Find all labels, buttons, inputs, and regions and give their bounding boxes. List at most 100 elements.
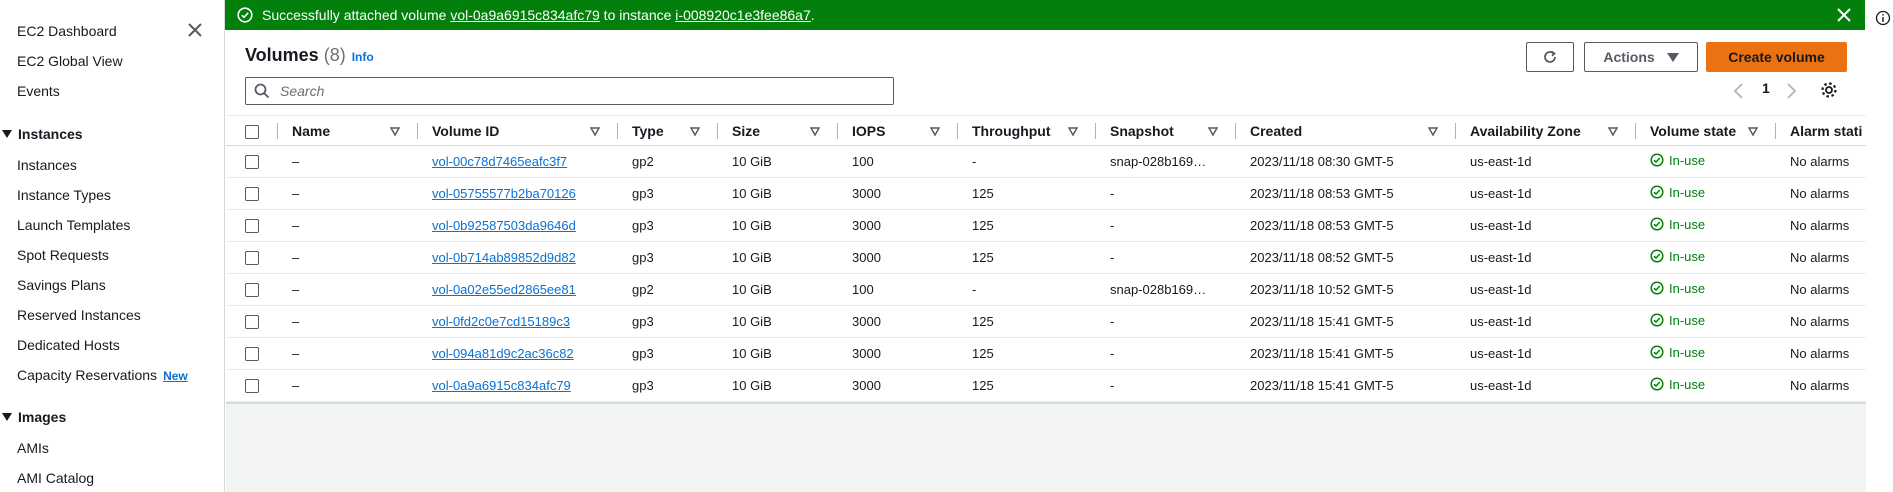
sort-icon[interactable]: [1068, 127, 1078, 136]
table-row[interactable]: – vol-0a02e55ed2865ee81 gp2 10 GiB 100 - snap-…: [226, 273, 1866, 306]
volume-id-link[interactable]: vol-00c78d7465eafc3f7: [432, 154, 567, 169]
volume-id-link[interactable]: vol-0a9a6915c834afc79: [432, 378, 571, 393]
column-header-name[interactable]: Name: [278, 115, 418, 146]
cell-text: -: [1110, 186, 1115, 201]
sidebar-item-amis[interactable]: AMIs: [17, 440, 49, 456]
create-volume-label: Create volume: [1728, 49, 1825, 65]
table-row[interactable]: – vol-0b714ab89852d9d82 gp3 10 GiB 3000 125 - 2…: [226, 241, 1866, 274]
cell-text: 10 GiB: [732, 250, 772, 265]
sidebar-item-instances[interactable]: Instances: [17, 157, 77, 173]
success-check-icon: [1650, 185, 1664, 199]
cell-text: –: [292, 282, 300, 297]
cell-volume-state: In-use: [1636, 337, 1776, 370]
actions-dropdown[interactable]: Actions: [1584, 42, 1698, 72]
column-header-created[interactable]: Created: [1236, 115, 1456, 146]
sort-icon[interactable]: [930, 127, 940, 136]
column-header-volume-state[interactable]: Volume state: [1636, 115, 1776, 146]
close-icon[interactable]: [1835, 6, 1853, 24]
column-header-label: Volume ID: [432, 122, 500, 139]
page-number[interactable]: 1: [1762, 80, 1770, 96]
cell-text: -: [1110, 218, 1115, 233]
table-row[interactable]: – vol-0b92587503da9646d gp3 10 GiB 3000 125 - 2…: [226, 209, 1866, 242]
column-header-throughput[interactable]: Throughput: [958, 115, 1096, 146]
previous-page-icon[interactable]: [1732, 82, 1746, 100]
volume-id-link[interactable]: vol-0b92587503da9646d: [432, 218, 576, 233]
sidebar-item-ec2-global-view[interactable]: EC2 Global View: [17, 53, 123, 69]
column-header-availability-zone[interactable]: Availability Zone: [1456, 115, 1636, 146]
column-header-iops[interactable]: IOPS: [838, 115, 958, 146]
column-header-volume-id[interactable]: Volume ID: [418, 115, 618, 146]
table-row[interactable]: – vol-0fd2c0e7cd15189c3 gp3 10 GiB 3000 125 - 2…: [226, 305, 1866, 338]
search-box[interactable]: [245, 77, 894, 105]
info-link[interactable]: Info: [352, 50, 374, 64]
cell-name: –: [278, 241, 418, 274]
gear-icon[interactable]: [1820, 81, 1838, 99]
sidebar-section-images[interactable]: Images: [0, 409, 66, 425]
volume-id-link[interactable]: vol-094a81d9c2ac36c82: [432, 346, 574, 361]
volume-state-label: In-use: [1669, 312, 1706, 328]
cell-text: 125: [972, 218, 994, 233]
cell-snapshot: -: [1096, 369, 1236, 402]
cell-volume-id: vol-0fd2c0e7cd15189c3: [418, 305, 618, 338]
column-header-size[interactable]: Size: [718, 115, 838, 146]
close-icon[interactable]: [186, 21, 204, 39]
search-input[interactable]: [280, 83, 860, 99]
create-volume-button[interactable]: Create volume: [1706, 42, 1847, 72]
sidebar-item-ec2-dashboard[interactable]: EC2 Dashboard: [17, 23, 117, 39]
sort-icon[interactable]: [590, 127, 600, 136]
table-row[interactable]: – vol-00c78d7465eafc3f7 gp2 10 GiB 100 - snap-…: [226, 145, 1866, 178]
volume-id-link[interactable]: vol-0b714ab89852d9d82: [432, 250, 576, 265]
row-checkbox[interactable]: [245, 219, 259, 234]
sidebar-item-spot-requests[interactable]: Spot Requests: [17, 247, 109, 263]
sidebar-item-events[interactable]: Events: [17, 83, 60, 99]
sort-icon[interactable]: [390, 127, 400, 136]
row-checkbox[interactable]: [245, 155, 259, 170]
sidebar-item-label: Capacity Reservations: [17, 367, 158, 383]
info-icon[interactable]: [1875, 10, 1891, 26]
sort-icon[interactable]: [810, 127, 820, 136]
sort-icon[interactable]: [690, 127, 700, 136]
flash-volume-link[interactable]: vol-0a9a6915c834afc79: [450, 7, 599, 23]
select-all-checkbox[interactable]: [245, 124, 259, 139]
row-checkbox[interactable]: [245, 283, 259, 298]
row-select-cell: [226, 177, 278, 210]
cell-text: No alarms: [1790, 186, 1850, 201]
row-checkbox[interactable]: [245, 379, 259, 394]
sidebar-section-instances[interactable]: Instances: [0, 126, 83, 142]
sidebar-item-dedicated-hosts[interactable]: Dedicated Hosts: [17, 337, 120, 353]
volume-id-link[interactable]: vol-05755577b2ba70126: [432, 186, 576, 201]
flash-message: Successfully attached volume vol-0a9a691…: [262, 7, 815, 23]
row-checkbox[interactable]: [245, 251, 259, 266]
sidebar-item-ami-catalog[interactable]: AMI Catalog: [17, 470, 94, 486]
next-page-icon[interactable]: [1784, 82, 1798, 100]
volume-id-link[interactable]: vol-0fd2c0e7cd15189c3: [432, 314, 570, 329]
cell-text: No alarms: [1790, 218, 1850, 233]
sidebar-item-launch-templates[interactable]: Launch Templates: [17, 217, 130, 233]
sort-icon[interactable]: [1608, 127, 1618, 136]
volume-id-link[interactable]: vol-0a02e55ed2865ee81: [432, 282, 576, 297]
row-checkbox[interactable]: [245, 187, 259, 202]
row-checkbox[interactable]: [245, 347, 259, 362]
sort-icon[interactable]: [1748, 127, 1758, 136]
refresh-button[interactable]: [1526, 42, 1574, 72]
refresh-icon: [1544, 50, 1556, 63]
sidebar-item-reserved-instances[interactable]: Reserved Instances: [17, 307, 141, 323]
sidebar-item-capacity-reservations[interactable]: Capacity Reservations New: [17, 367, 188, 383]
cell-type: gp3: [618, 369, 718, 402]
cell-type: gp3: [618, 177, 718, 210]
column-header-snapshot[interactable]: Snapshot: [1096, 115, 1236, 146]
cell-text: 100: [852, 282, 874, 297]
table-row[interactable]: – vol-05755577b2ba70126 gp3 10 GiB 3000 125 - 2…: [226, 177, 1866, 210]
sidebar-item-savings-plans[interactable]: Savings Plans: [17, 277, 106, 293]
column-header-type[interactable]: Type: [618, 115, 718, 146]
sort-icon[interactable]: [1428, 127, 1438, 136]
flash-instance-link[interactable]: i-008920c1e3fee86a7: [675, 7, 810, 23]
table-row[interactable]: – vol-0a9a6915c834afc79 gp3 10 GiB 3000 125 - 2…: [226, 369, 1866, 402]
cell-availability-zone: us-east-1d: [1456, 273, 1636, 306]
row-checkbox[interactable]: [245, 315, 259, 330]
table-row[interactable]: – vol-094a81d9c2ac36c82 gp3 10 GiB 3000 125 - 2…: [226, 337, 1866, 370]
sort-icon[interactable]: [1208, 127, 1218, 136]
cell-text: 2023/11/18 08:53 GMT-5: [1250, 218, 1394, 233]
sidebar-item-instance-types[interactable]: Instance Types: [17, 187, 111, 203]
column-header-alarm-stati[interactable]: Alarm stati: [1776, 115, 1866, 146]
